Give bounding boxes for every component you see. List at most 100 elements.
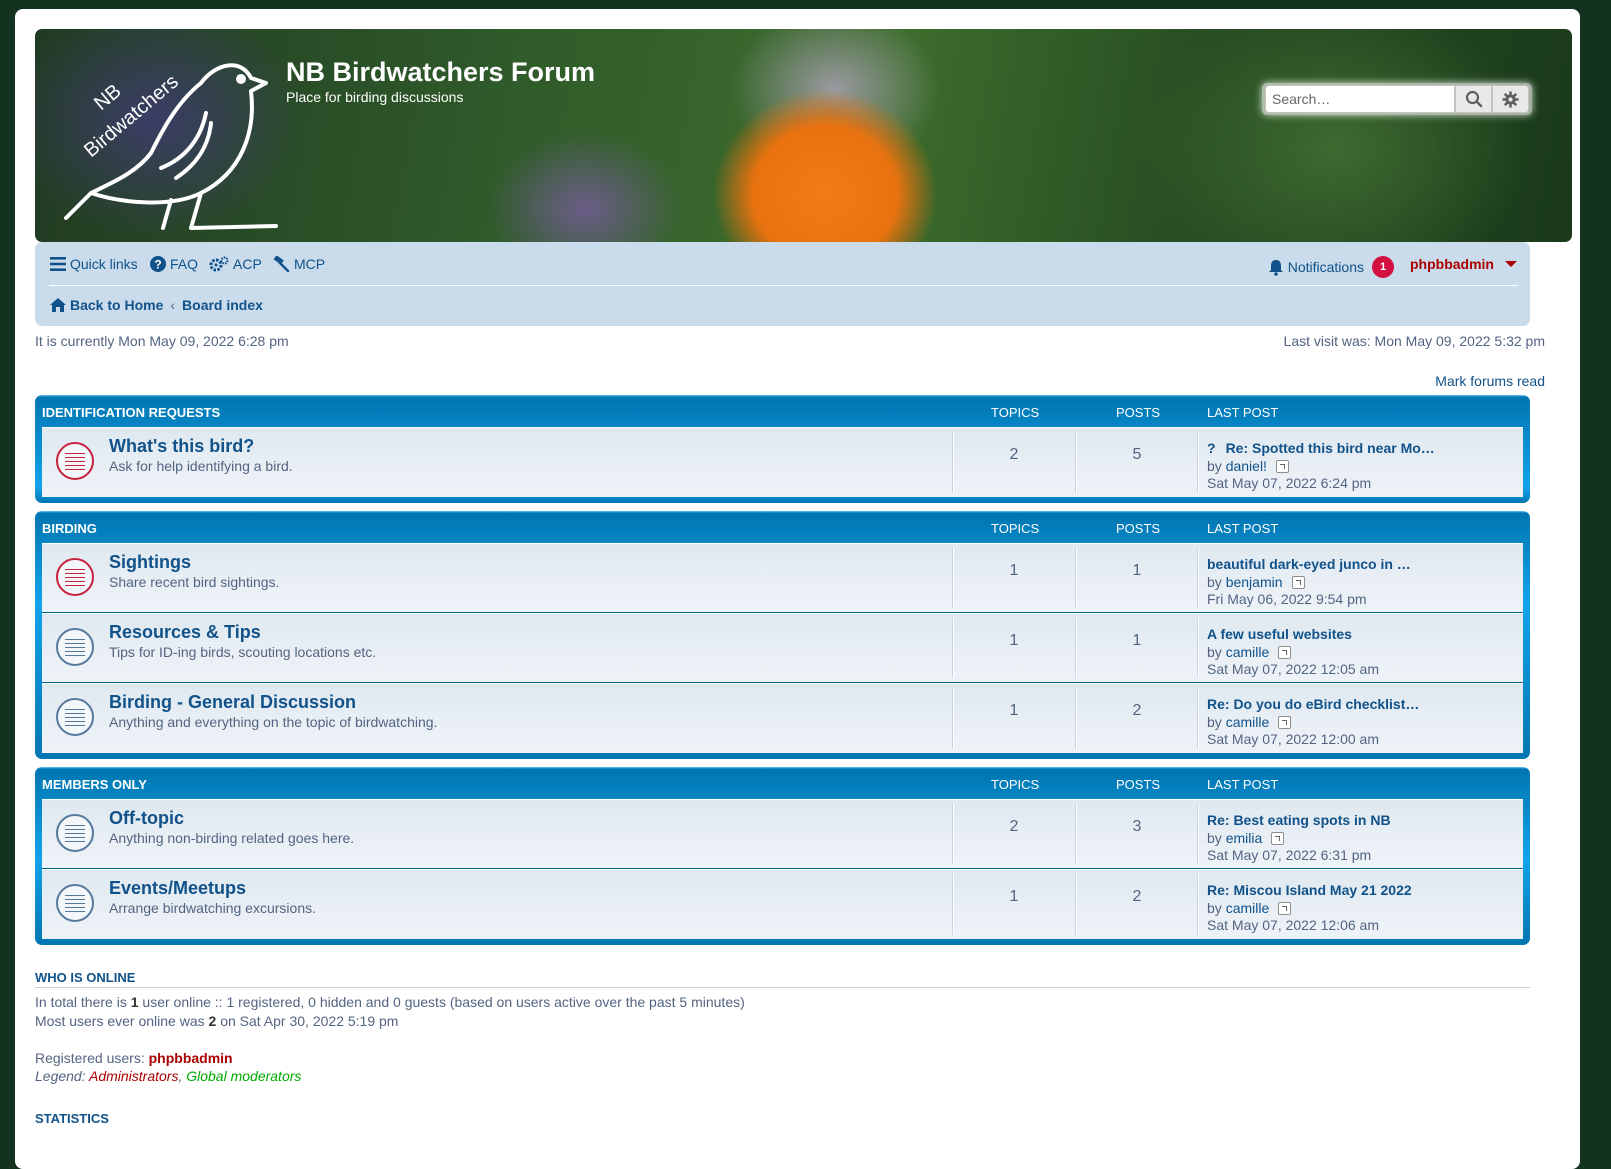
forum-read-icon — [56, 814, 94, 852]
column-topics-header: TOPICS — [991, 405, 1040, 420]
column-posts-header: POSTS — [1116, 521, 1161, 536]
column-last-post-header: LAST POST — [1207, 521, 1279, 536]
column-last-post-header: LAST POST — [1207, 405, 1279, 420]
last-post-title-link[interactable]: A few useful websites — [1207, 626, 1352, 642]
forum-read-icon — [56, 628, 94, 666]
page-wrapper: NB Birdwatchers NB Birdwatchers Forum Pl… — [15, 9, 1580, 1169]
last-post: ? Re: Spotted this bird near Mo… by danie… — [1207, 440, 1435, 493]
acp-link[interactable]: ACP — [209, 256, 262, 272]
advanced-search-button[interactable] — [1492, 85, 1529, 113]
acp-label: ACP — [233, 256, 262, 272]
legend: Legend: Administrators, Global moderator… — [35, 1068, 302, 1084]
view-latest-post-icon[interactable] — [1278, 902, 1292, 916]
posts-count: 3 — [1132, 818, 1142, 835]
by-label: by — [1207, 573, 1222, 590]
search-input[interactable] — [1265, 85, 1455, 113]
last-post-title-link[interactable]: Re: Spotted this bird near Mo… — [1226, 440, 1435, 456]
topics-count: 1 — [1009, 562, 1019, 579]
svg-text:?: ? — [154, 258, 161, 272]
last-post-time: Sat May 07, 2022 12:00 am — [1207, 731, 1379, 747]
by-label: by — [1207, 899, 1222, 916]
forum-title-link[interactable]: Off-topic — [109, 808, 184, 829]
topics-count: 1 — [1009, 702, 1019, 719]
breadcrumb-separator: ‹ — [170, 297, 176, 313]
topics-count: 1 — [1009, 632, 1019, 649]
menu-icon — [50, 257, 66, 271]
breadcrumb-home-link[interactable]: Back to Home — [70, 297, 163, 313]
svg-text:Birdwatchers: Birdwatchers — [80, 71, 183, 162]
forum-row: Off-topic Anything non-birding related g… — [42, 799, 1523, 869]
last-post-title-link[interactable]: Re: Miscou Island May 21 2022 — [1207, 882, 1412, 898]
view-latest-post-icon[interactable] — [1278, 646, 1292, 660]
view-latest-post-icon[interactable] — [1271, 832, 1285, 846]
notifications-label: Notifications — [1287, 259, 1364, 275]
legend-global-moderators-link[interactable]: Global moderators — [186, 1068, 301, 1084]
by-label: by — [1207, 829, 1222, 846]
bird-logo-icon[interactable]: NB Birdwatchers — [51, 43, 281, 242]
forum-title-link[interactable]: Events/Meetups — [109, 878, 246, 899]
category-title[interactable]: IDENTIFICATION REQUESTS — [42, 405, 220, 420]
navbar: Quick links ? FAQ ACP MCP phpbbadmin Not… — [35, 242, 1530, 326]
posts-count: 1 — [1132, 562, 1142, 579]
by-label: by — [1207, 643, 1222, 660]
site-description: Place for birding discussions — [286, 89, 464, 105]
category-title[interactable]: MEMBERS ONLY — [42, 777, 147, 792]
forum-unread-icon — [56, 442, 94, 480]
column-posts-header: POSTS — [1116, 405, 1161, 420]
who-is-online-heading[interactable]: WHO IS ONLINE — [35, 970, 135, 985]
legend-administrators-link[interactable]: Administrators — [89, 1068, 178, 1084]
breadcrumb-board-index-link[interactable]: Board index — [182, 297, 263, 313]
view-latest-post-icon[interactable] — [1275, 460, 1289, 474]
category-title[interactable]: BIRDING — [42, 521, 97, 536]
category-identification-requests: IDENTIFICATION REQUESTS TOPICS POSTS LAS… — [35, 395, 1530, 503]
column-last-post-header: LAST POST — [1207, 777, 1279, 792]
home-icon — [50, 298, 66, 312]
topics-count: 2 — [1009, 446, 1019, 463]
last-post-author-link[interactable]: camille — [1226, 900, 1270, 916]
quick-links-menu[interactable]: Quick links — [50, 256, 138, 272]
mark-forums-read-link[interactable]: Mark forums read — [1435, 373, 1545, 389]
section-divider — [35, 987, 1530, 988]
forum-title-link[interactable]: Birding - General Discussion — [109, 692, 356, 713]
mcp-link[interactable]: MCP — [272, 256, 325, 272]
forum-read-icon — [56, 698, 94, 736]
last-post-title-link[interactable]: Re: Do you do eBird checklist… — [1207, 696, 1419, 712]
search-icon — [1465, 90, 1482, 108]
search-button[interactable] — [1455, 85, 1492, 113]
notifications-link[interactable]: Notifications 1 — [1268, 256, 1394, 278]
view-latest-post-icon[interactable] — [1291, 576, 1305, 590]
last-post: beautiful dark-eyed junco in … by benjam… — [1207, 556, 1411, 609]
column-posts-header: POSTS — [1116, 777, 1161, 792]
caret-down-icon — [1505, 261, 1517, 267]
category-members-only: MEMBERS ONLY TOPICS POSTS LAST POST Off-… — [35, 767, 1530, 945]
svg-text:NB: NB — [90, 80, 125, 115]
registered-user-link[interactable]: phpbbadmin — [149, 1050, 233, 1066]
last-post-author-link[interactable]: emilia — [1226, 830, 1263, 846]
last-post: Re: Miscou Island May 21 2022 by camille… — [1207, 882, 1412, 935]
forum-title-link[interactable]: Resources & Tips — [109, 622, 261, 643]
posts-count: 2 — [1132, 888, 1142, 905]
forum-title-link[interactable]: What's this bird? — [109, 436, 254, 457]
last-post-title-link[interactable]: beautiful dark-eyed junco in … — [1207, 556, 1411, 572]
last-post-author-link[interactable]: daniel! — [1226, 458, 1267, 474]
view-latest-post-icon[interactable] — [1278, 716, 1292, 730]
topics-count: 2 — [1009, 818, 1019, 835]
faq-link[interactable]: ? FAQ — [150, 256, 198, 272]
forum-description: Arrange birdwatching excursions. — [109, 900, 316, 916]
current-time: It is currently Mon May 09, 2022 6:28 pm — [35, 333, 289, 349]
forum-row: What's this bird? Ask for help identifyi… — [42, 427, 1523, 497]
cogs-icon — [209, 256, 229, 272]
gavel-icon — [273, 256, 290, 272]
last-post-author-link[interactable]: benjamin — [1226, 574, 1283, 590]
online-summary: In total there is 1 user online :: 1 reg… — [35, 994, 745, 1010]
user-menu[interactable]: phpbbadmin — [1410, 256, 1518, 272]
site-title[interactable]: NB Birdwatchers Forum — [286, 57, 595, 88]
by-label: by — [1207, 713, 1222, 730]
last-post-author-link[interactable]: camille — [1226, 714, 1270, 730]
last-post-author-link[interactable]: camille — [1226, 644, 1270, 660]
gear-icon — [1502, 90, 1519, 108]
forum-unread-icon — [56, 558, 94, 596]
forum-title-link[interactable]: Sightings — [109, 552, 191, 573]
last-post-title-link[interactable]: Re: Best eating spots in NB — [1207, 812, 1391, 828]
forum-row: Events/Meetups Arrange birdwatching excu… — [42, 869, 1523, 939]
